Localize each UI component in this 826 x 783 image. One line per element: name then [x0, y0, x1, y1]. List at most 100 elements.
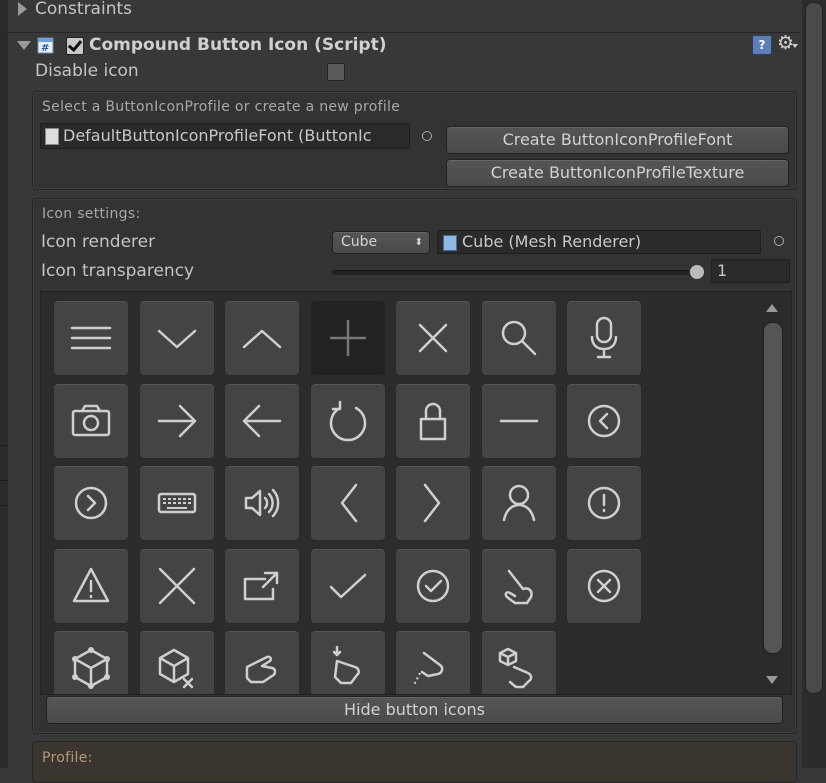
renderer-object-picker-icon[interactable]	[774, 236, 784, 246]
icon-tile[interactable]	[224, 630, 300, 694]
search-icon	[501, 320, 536, 356]
profile-object-field[interactable]: DefaultButtonIconProfileFont (ButtonIc	[40, 123, 410, 149]
icon-tile[interactable]	[138, 465, 215, 541]
camera-icon	[71, 404, 111, 436]
profile-footer-label: Profile:	[42, 750, 93, 766]
icon-tile[interactable]	[224, 547, 300, 624]
create-profile-font-button[interactable]: Create ButtonIconProfileFont	[446, 126, 789, 154]
object-picker-icon[interactable]	[422, 131, 432, 141]
icon-tile[interactable]	[480, 300, 557, 376]
hand-tap-down-icon	[332, 645, 360, 685]
constraints-foldout-arrow[interactable]	[18, 2, 27, 16]
transparency-slider-track[interactable]	[332, 270, 696, 275]
icon-tile[interactable]	[53, 630, 129, 694]
icon-tile[interactable]	[138, 547, 215, 624]
header-divider	[0, 32, 800, 33]
icon-renderer-dropdown[interactable]: Cube ⬍	[332, 231, 430, 254]
icon-tile[interactable]	[566, 300, 642, 376]
disable-icon-checkbox[interactable]	[327, 63, 345, 81]
icon-tile[interactable]	[309, 382, 386, 459]
hand-point-icon	[245, 655, 277, 684]
cube-remove-icon	[158, 648, 193, 689]
transparency-slider-thumb[interactable]	[689, 264, 705, 280]
icon-tile[interactable]	[309, 300, 386, 376]
inspector-scroll-thumb[interactable]	[805, 2, 823, 694]
icon-tile[interactable]	[309, 630, 386, 694]
icon-tile[interactable]	[395, 630, 471, 694]
transparency-value: 1	[717, 261, 728, 280]
dropdown-arrows-icon: ⬍	[414, 237, 423, 248]
circle-x-icon	[587, 569, 621, 602]
refresh-icon	[329, 400, 366, 441]
hand-tap-icon	[504, 569, 533, 604]
hamburger-menu-icon	[70, 326, 112, 350]
icon-tile[interactable]	[224, 300, 300, 376]
scroll-up-arrow[interactable]	[766, 304, 778, 312]
left-panel-edge	[0, 0, 8, 768]
icon-transparency-label: Icon transparency	[41, 261, 195, 281]
warning-triangle-icon	[72, 567, 110, 602]
icon-tile[interactable]	[224, 382, 300, 459]
circle-chevron-left-icon	[587, 404, 621, 437]
help-icon[interactable]: ?	[752, 35, 772, 55]
icon-tile[interactable]	[309, 547, 386, 624]
icon-tile[interactable]	[138, 300, 215, 376]
icon-tile[interactable]	[480, 465, 557, 541]
icon-tile[interactable]	[480, 547, 557, 624]
icon-tile[interactable]	[53, 382, 129, 459]
icon-tile[interactable]	[224, 465, 300, 541]
icon-tile[interactable]	[395, 547, 471, 624]
angle-right-icon	[423, 483, 441, 523]
icon-tile[interactable]	[566, 547, 642, 624]
profile-footer-panel	[32, 741, 797, 783]
lock-icon	[419, 402, 447, 440]
arrow-left-icon	[242, 404, 282, 437]
icon-grid-scroll-thumb[interactable]	[763, 322, 783, 654]
plus-icon	[329, 320, 366, 356]
icon-tile[interactable]	[395, 382, 471, 459]
icon-tile[interactable]	[138, 630, 215, 694]
icon-settings-header: Icon settings:	[42, 206, 141, 222]
user-icon	[502, 484, 535, 522]
script-icon: #	[37, 36, 55, 54]
icon-grid-scrollbar[interactable]	[761, 296, 783, 688]
circle-exclamation-icon	[587, 486, 621, 520]
icon-tile[interactable]	[566, 465, 642, 541]
icon-tile[interactable]	[138, 382, 215, 459]
icon-tile[interactable]	[309, 465, 386, 541]
icon-tile[interactable]	[566, 382, 642, 459]
minus-icon	[499, 419, 538, 422]
icon-tile[interactable]	[480, 382, 557, 459]
constraints-label[interactable]: Constraints	[35, 0, 132, 19]
icon-tile[interactable]	[480, 630, 557, 694]
keyboard-icon	[157, 492, 196, 514]
mesh-renderer-icon	[443, 235, 457, 251]
microphone-icon	[590, 316, 618, 359]
cube-nodes-icon	[72, 647, 110, 689]
component-foldout-arrow[interactable]	[17, 41, 31, 50]
gear-icon[interactable]: ⚙	[777, 32, 794, 54]
share-out-icon	[243, 571, 279, 600]
gear-dropdown-arrow[interactable]	[792, 44, 798, 48]
profile-field-value: DefaultButtonIconProfileFont (ButtonIc	[63, 126, 372, 145]
icon-tile[interactable]	[395, 465, 471, 541]
profile-asset-icon	[45, 128, 59, 145]
icon-renderer-field[interactable]: Cube (Mesh Renderer)	[437, 230, 761, 254]
icon-tile[interactable]	[53, 300, 129, 376]
transparency-value-field[interactable]: 1	[711, 259, 790, 283]
chevron-down-icon	[157, 329, 196, 349]
hide-button-icons-button[interactable]: Hide button icons	[46, 696, 783, 724]
speaker-icon	[244, 488, 280, 518]
component-enabled-checkbox[interactable]	[66, 37, 84, 55]
icon-tile[interactable]	[53, 465, 129, 541]
inspector-scrollbar[interactable]	[802, 0, 826, 768]
profile-section-header: Select a ButtonIconProfile or create a n…	[42, 99, 401, 115]
scroll-down-arrow[interactable]	[766, 676, 778, 684]
svg-text:#: #	[41, 43, 49, 54]
icon-tile[interactable]	[395, 300, 471, 376]
icon-renderer-field-value: Cube (Mesh Renderer)	[462, 232, 642, 251]
create-profile-texture-button[interactable]: Create ButtonIconProfileTexture	[446, 159, 789, 187]
hand-cube-icon	[498, 647, 532, 689]
icon-tile[interactable]	[53, 547, 129, 624]
arrow-right-icon	[157, 404, 196, 437]
